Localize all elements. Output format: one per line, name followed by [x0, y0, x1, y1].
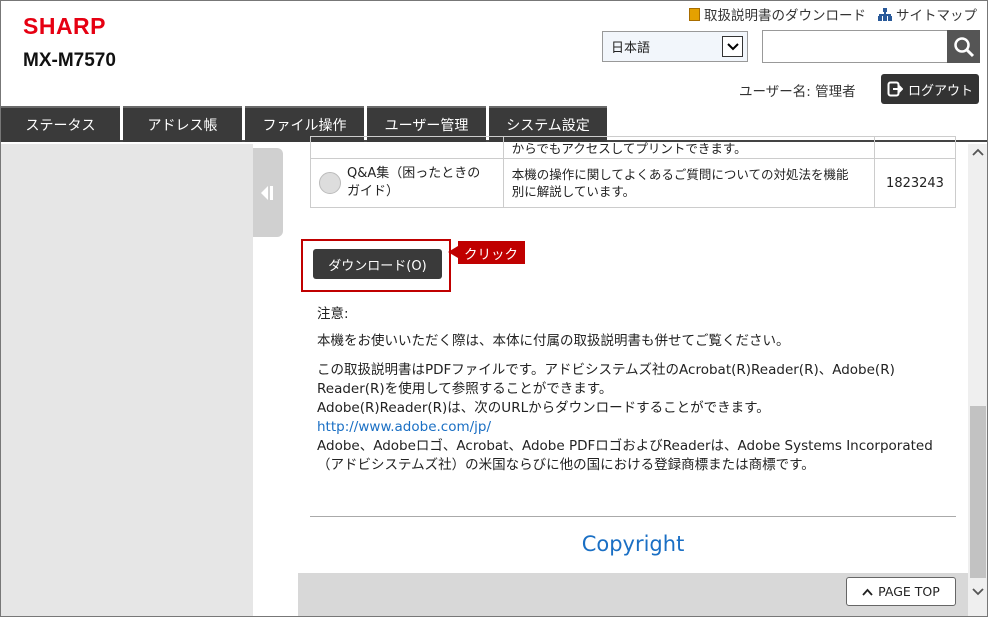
note-line: Reader(R)を使用して参照することができます。 [317, 381, 613, 397]
footer: PAGE TOP [298, 573, 968, 616]
scroll-up-icon[interactable] [971, 146, 985, 158]
table-cell-desc-line1: 本機の操作に関してよくあるご質問についての対処法を機能 [511, 167, 849, 182]
table-cell-desc-line2: 別に解説しています。 [511, 184, 636, 199]
adobe-link[interactable]: http://www.adobe.com/jp/ [317, 419, 491, 435]
table-row: Q&A集（困ったときの ガイド） 本機の操作に関してよくあるご質問についての対処… [310, 158, 956, 208]
note-heading: 注意: [317, 306, 349, 322]
top-links: 取扱説明書のダウンロード サイトマップ [689, 4, 977, 24]
chevron-down-icon[interactable] [722, 36, 743, 57]
manual-table: からでもアクセスしてプリントできます。 Q&A集（困ったときの ガイド） 本機の… [310, 136, 956, 208]
search-button[interactable] [947, 30, 980, 63]
highlight-box: ダウンロード(O) [301, 239, 451, 292]
download-button[interactable]: ダウンロード(O) [313, 249, 442, 279]
manual-download-link[interactable]: 取扱説明書のダウンロード [689, 4, 866, 24]
search-input[interactable] [762, 30, 948, 63]
language-value: 日本語 [611, 41, 651, 56]
scroll-down-icon[interactable] [971, 586, 985, 598]
tab-address-book[interactable]: アドレス帳 [123, 106, 242, 142]
scrollbar-thumb[interactable] [970, 406, 986, 578]
note-line: 本機をお使いいただく際は、本体に付属の取扱説明書も併せてご覧ください。 [317, 333, 790, 349]
note-line: Adobe(R)Reader(R)は、次のURLからダウンロードすることができま… [317, 400, 770, 416]
copyright-link[interactable]: Copyright [298, 532, 968, 556]
sitemap-icon [878, 7, 892, 21]
search-icon [953, 36, 974, 57]
table-row: からでもアクセスしてプリントできます。 [310, 136, 956, 159]
radio-qa[interactable] [319, 172, 341, 194]
divider [310, 516, 956, 517]
chevron-up-icon [862, 588, 873, 596]
model-name: MX-M7570 [23, 50, 116, 71]
app-window: SHARP MX-M7570 取扱説明書のダウンロード サイトマップ 日本語 ユ… [0, 0, 988, 617]
collapse-panel-button[interactable] [253, 148, 283, 237]
manual-download-label: 取扱説明書のダウンロード [704, 8, 866, 24]
left-panel [1, 144, 253, 616]
tab-status[interactable]: ステータス [1, 106, 120, 142]
username-label: ユーザー名: 管理者 [739, 84, 856, 100]
collapse-left-icon [261, 185, 273, 200]
logout-label: ログアウト [907, 83, 973, 99]
sitemap-label: サイトマップ [896, 8, 977, 24]
brand-logo: SHARP [23, 13, 107, 39]
main-content: からでもアクセスしてプリントできます。 Q&A集（困ったときの ガイド） 本機の… [298, 136, 968, 616]
language-select[interactable]: 日本語 [602, 31, 748, 62]
page-top-label: PAGE TOP [878, 584, 940, 599]
note-paragraph: この取扱説明書はPDFファイルです。アドビシステムズ社のAcrobat(R)Re… [317, 361, 933, 475]
sitemap-link[interactable]: サイトマップ [878, 4, 977, 24]
scrollbar[interactable] [968, 144, 987, 616]
table-cell-code: 1823243 [874, 158, 956, 208]
table-cell-desc: からでもアクセスしてプリントできます。 [502, 136, 876, 159]
page-top-button[interactable]: PAGE TOP [846, 577, 956, 606]
note-line: Adobe、Adobeロゴ、Acrobat、Adobe PDFロゴおよびRead… [317, 438, 933, 454]
table-cell-name-line2: ガイド） [347, 184, 400, 199]
table-cell-name-line1: Q&A集（困ったときの [347, 166, 481, 181]
note-line: （アドビシステムズ社）の米国ならびに他の国における登録商標または商標です。 [317, 457, 815, 473]
logout-icon [887, 81, 903, 97]
note-line: この取扱説明書はPDFファイルです。アドビシステムズ社のAcrobat(R)Re… [317, 362, 895, 378]
click-callout: クリック [448, 241, 525, 264]
manual-book-icon [689, 7, 700, 21]
logout-button[interactable]: ログアウト [881, 74, 979, 104]
